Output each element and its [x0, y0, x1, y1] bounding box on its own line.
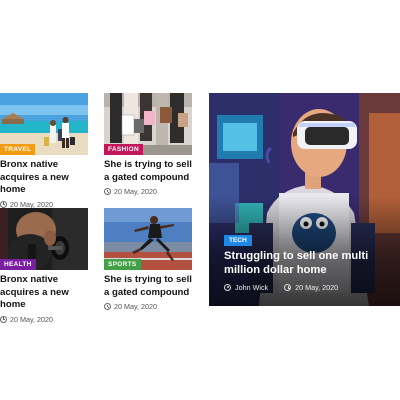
post-date: 20 May, 2020 — [10, 314, 54, 324]
clock-icon — [104, 188, 111, 195]
category-badge[interactable]: TRAVEL — [0, 144, 36, 155]
clock-icon — [284, 284, 292, 291]
post-card-health[interactable]: HEALTH Bronx native acquires a new home … — [0, 208, 88, 324]
post-author[interactable]: John Wick — [235, 283, 268, 292]
post-meta: John Wick 20 May, 2020 — [224, 283, 338, 292]
post-title[interactable]: She is trying to sell a gated compound — [104, 159, 192, 184]
category-badge[interactable]: FASHION — [104, 144, 143, 155]
post-card-sports[interactable]: SPORTS She is trying to sell a gated com… — [104, 208, 192, 311]
featured-post-card[interactable]: TECH Struggling to sell one multi millio… — [209, 93, 400, 306]
post-title[interactable]: Bronx native acquires a new home — [0, 159, 88, 197]
post-meta: 20 May, 2020 — [104, 302, 192, 311]
featured-post-title[interactable]: Struggling to sell one multi million dol… — [224, 249, 394, 277]
clock-icon — [0, 200, 7, 208]
post-title[interactable]: She is trying to sell a gated compound — [104, 274, 192, 299]
post-date: 20 May, 2020 — [114, 187, 158, 196]
category-badge[interactable]: TECH — [224, 235, 252, 246]
post-card-fashion[interactable]: FASHION She is trying to sell a gated co… — [104, 93, 192, 196]
post-title[interactable]: Bronx native acquires a new home — [0, 274, 88, 312]
post-thumbnail[interactable]: SPORTS — [104, 208, 192, 270]
post-date: 20 May, 2020 — [295, 283, 339, 292]
post-meta: 20 May, 2020 — [104, 187, 192, 196]
category-badge[interactable]: HEALTH — [0, 259, 36, 270]
clock-icon — [0, 315, 7, 323]
clock-icon — [104, 303, 111, 310]
post-thumbnail[interactable]: TRAVEL — [0, 93, 88, 155]
post-thumbnail[interactable]: FASHION — [104, 93, 192, 155]
category-badge[interactable]: SPORTS — [104, 259, 141, 270]
user-icon — [224, 284, 231, 291]
post-date: 20 May, 2020 — [114, 302, 158, 311]
post-meta: 20 May, 2020 — [0, 315, 88, 324]
post-thumbnail[interactable]: HEALTH — [0, 208, 88, 270]
post-card-travel[interactable]: TRAVEL Bronx native acquires a new home … — [0, 93, 88, 209]
